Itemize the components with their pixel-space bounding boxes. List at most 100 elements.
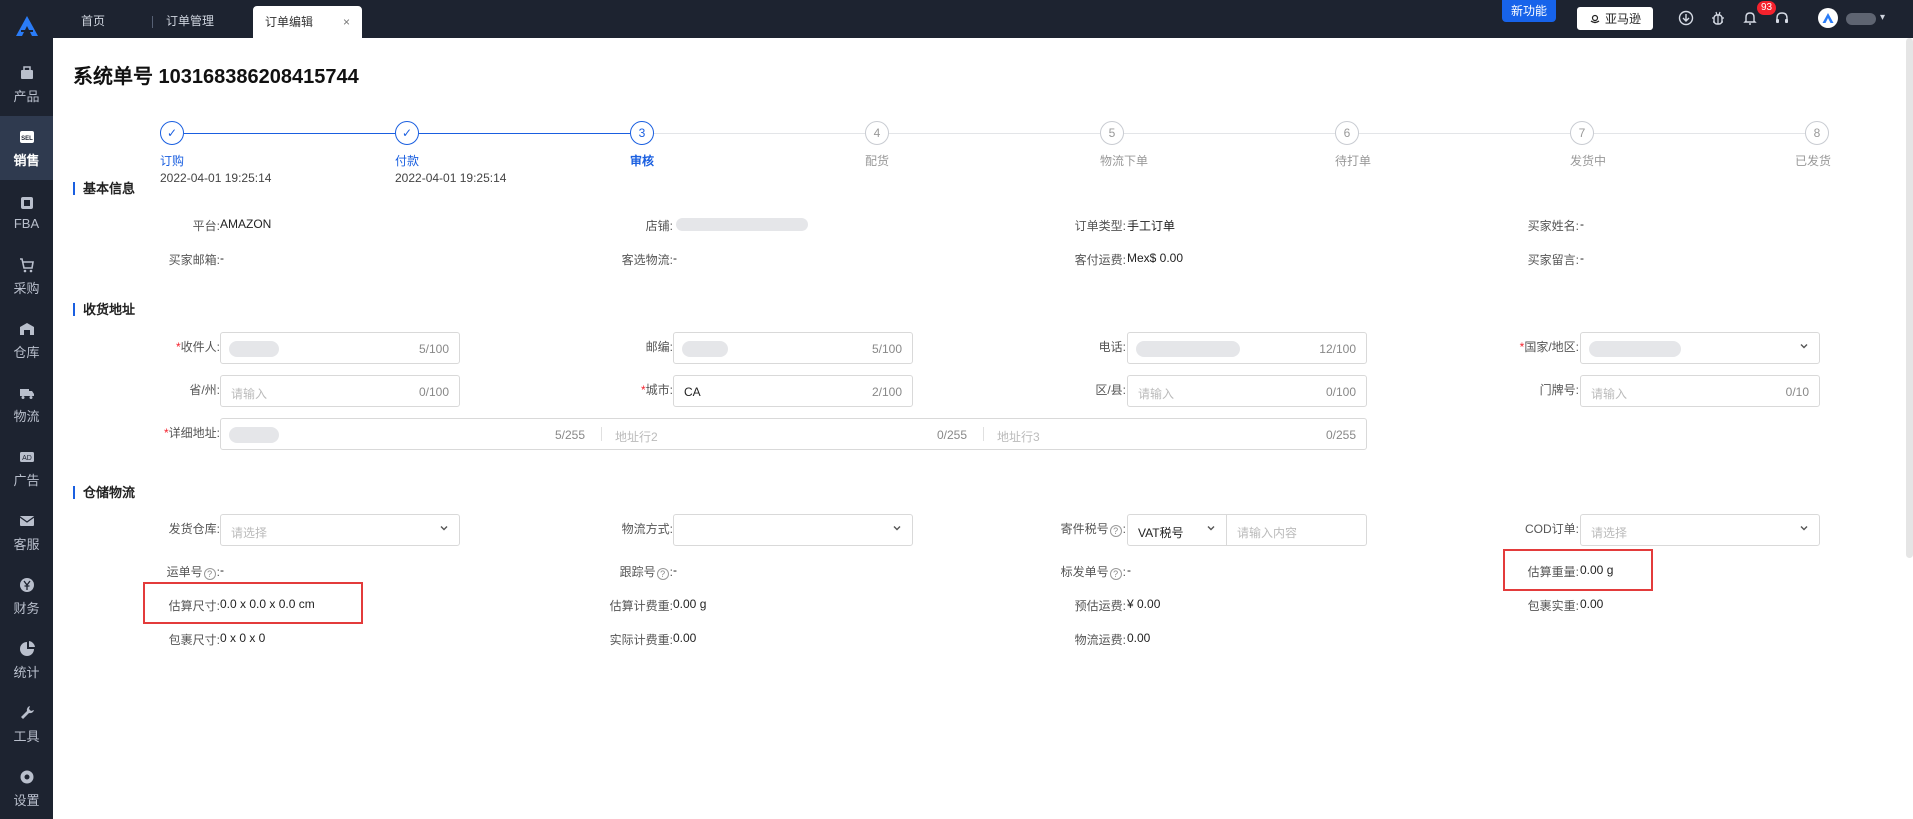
main-content: 系统单号 103168386208415744 ✓ 订购 2022-04-01 19… [53, 38, 1906, 819]
sidebar-item-3[interactable]: 采购 [0, 244, 53, 308]
sidebar-item-4[interactable]: 仓库 [0, 308, 53, 372]
help-icon[interactable]: ? [1109, 568, 1122, 580]
sell-tag-icon: SEL [18, 128, 36, 146]
avatar[interactable] [1818, 8, 1838, 28]
download-icon[interactable] [1677, 9, 1695, 27]
detail-address-label: *详细地址: [164, 424, 220, 441]
country-value-redacted [1589, 341, 1681, 357]
sidebar-item-label: 采购 [13, 280, 40, 296]
address-line1-redacted[interactable] [229, 427, 279, 443]
sidebar-item-11[interactable]: 设置 [0, 756, 53, 819]
city-input[interactable]: CA 2/100 [673, 375, 913, 407]
tax-type-select[interactable]: VAT税号 [1127, 514, 1227, 546]
headset-icon[interactable] [1773, 9, 1791, 27]
mark-number-value: - [1127, 563, 1131, 577]
close-icon[interactable]: × [343, 15, 350, 29]
shop-value-redacted [676, 218, 808, 231]
step-7-circle: 7 [1570, 121, 1594, 145]
amazon-label: 亚马逊 [1604, 12, 1641, 26]
warehouse-placeholder: 请选择 [231, 526, 268, 540]
truck-icon [18, 384, 36, 402]
order-type-label: 订单类型: [1074, 219, 1126, 233]
mark-number-label-text: 标发单号 [1060, 565, 1109, 579]
tab-order-edit[interactable]: 订单编辑 × [253, 6, 363, 38]
buyer-name-label: 买家姓名: [1527, 219, 1579, 233]
district-char-count: 0/100 [1325, 385, 1356, 399]
buyer-email-label: 买家邮箱: [168, 253, 220, 267]
sidebar-item-8[interactable]: 财务 [0, 564, 53, 628]
step-2-label: 付款 [395, 154, 420, 168]
address-line2-placeholder[interactable]: 地址行2 [615, 428, 658, 445]
sidebar: 产品 SEL 销售 FBA 采购仓库物流 AD 广告 客服 财务统计工具设置 [0, 0, 53, 819]
step-connector [889, 133, 1100, 134]
zip-input[interactable]: 5/100 [673, 332, 913, 364]
buyer-message-value: - [1580, 251, 1584, 265]
district-input[interactable]: 请输入 0/100 [1127, 375, 1367, 407]
sidebar-item-7[interactable]: 客服 [0, 500, 53, 564]
city-label: *城市: [641, 381, 673, 398]
segment-divider [983, 427, 984, 441]
door-number-char-count: 0/10 [1785, 385, 1809, 399]
sidebar-item-label: 统计 [13, 664, 40, 680]
sidebar-item-label: 设置 [13, 792, 40, 808]
warehouse-select[interactable]: 请选择 [220, 514, 460, 546]
chevron-down-icon [892, 523, 902, 536]
step-connector [184, 133, 395, 134]
sidebar-item-6[interactable]: AD 广告 [0, 436, 53, 500]
tab-home[interactable]: 首页 [81, 8, 105, 38]
receiver-label-text: 收件人: [180, 340, 220, 354]
state-placeholder: 请输入 [231, 387, 268, 401]
page-scrollbar[interactable] [1906, 38, 1913, 558]
sidebar-item-0[interactable]: 产品 [0, 52, 53, 116]
logistics-method-select[interactable] [673, 514, 913, 546]
sidebar-item-1[interactable]: SEL 销售 [0, 116, 53, 180]
country-select[interactable] [1580, 332, 1820, 364]
highlight-box-est-size [143, 582, 363, 624]
bug-icon[interactable] [1709, 9, 1727, 27]
warehouse-label: 发货仓库: [168, 522, 220, 536]
sidebar-item-10[interactable]: 工具 [0, 692, 53, 756]
package-size-label: 包裹尺寸: [168, 633, 220, 647]
gear-icon [18, 768, 36, 786]
order-type-value: 手工订单 [1127, 219, 1176, 233]
cart-icon [18, 256, 36, 274]
tab-order-management[interactable]: 订单管理 [166, 8, 214, 38]
mail-icon [18, 512, 36, 530]
sidebar-item-2[interactable]: FBA [0, 180, 53, 244]
phone-input[interactable]: 12/100 [1127, 332, 1367, 364]
cod-order-select[interactable]: 请选择 [1580, 514, 1820, 546]
phone-value-redacted [1136, 341, 1240, 357]
zip-char-count: 5/100 [871, 342, 902, 356]
help-icon[interactable]: ? [1109, 525, 1122, 537]
sidebar-item-5[interactable]: 物流 [0, 372, 53, 436]
package-size-value: 0 x 0 x 0 [220, 631, 266, 645]
receiver-input[interactable]: 5/100 [220, 332, 460, 364]
logistics-freight-label: 物流运费: [1074, 633, 1126, 647]
amazon-button[interactable]: 亚马逊 [1577, 7, 1653, 30]
tracking-value: - [673, 563, 677, 577]
city-label-text: 城市: [645, 383, 673, 397]
tax-number-input[interactable]: 请输入内容 [1226, 514, 1367, 546]
sidebar-item-label: 销售 [13, 152, 40, 168]
app-logo[interactable] [0, 0, 53, 52]
help-icon[interactable]: ? [656, 568, 669, 580]
door-number-input[interactable]: 请输入 0/10 [1580, 375, 1820, 407]
waybill-value: - [220, 563, 224, 577]
detail-address-label-text: 详细地址: [168, 426, 220, 440]
amazon-icon [1590, 14, 1600, 23]
state-input[interactable]: 请输入 0/100 [220, 375, 460, 407]
highlight-box-est-weight [1503, 549, 1653, 591]
sidebar-item-label: 仓库 [13, 344, 40, 360]
chevron-down-icon[interactable]: ▾ [1880, 12, 1885, 23]
step-4-label: 配货 [865, 154, 890, 168]
step-1-time: 2022-04-01 19:25:14 [160, 171, 272, 185]
step-8-label: 已发货 [1795, 154, 1832, 168]
bell-icon[interactable] [1741, 9, 1759, 27]
est-charge-weight-value: 0.00 g [673, 597, 707, 611]
step-connector [1594, 133, 1805, 134]
new-feature-button[interactable]: 新功能 [1502, 0, 1556, 22]
help-icon[interactable]: ? [203, 568, 216, 580]
address-line3-placeholder[interactable]: 地址行3 [997, 428, 1040, 445]
sidebar-item-9[interactable]: 统计 [0, 628, 53, 692]
tax-number-label-text: 寄件税号 [1060, 522, 1109, 536]
